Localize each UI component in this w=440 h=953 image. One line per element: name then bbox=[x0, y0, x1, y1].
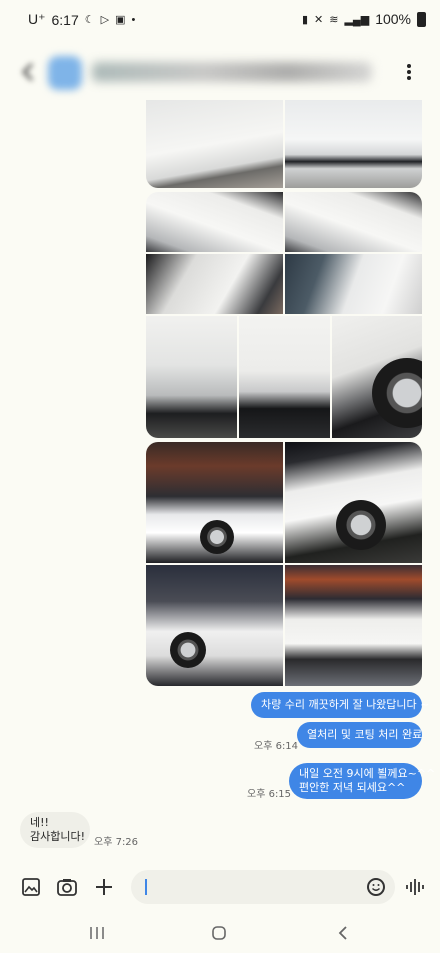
lock-icon: ▮ bbox=[301, 13, 309, 26]
photo-thumbnail[interactable] bbox=[285, 565, 422, 686]
play-store-icon: ▷ bbox=[100, 14, 110, 26]
message-input[interactable] bbox=[131, 870, 395, 904]
message-text-line: 네!! bbox=[30, 816, 49, 829]
message-text-line: 감사합니다! bbox=[30, 830, 86, 843]
gallery-notification-icon: ▣ bbox=[115, 14, 126, 26]
home-icon[interactable] bbox=[211, 925, 227, 941]
photo-thumbnail[interactable] bbox=[239, 316, 330, 438]
message-bubble-incoming[interactable]: 네!! 감사합니다! bbox=[20, 812, 90, 848]
photo-group-2[interactable] bbox=[146, 192, 422, 438]
composer-bar bbox=[0, 866, 440, 910]
photo-thumbnail[interactable] bbox=[146, 565, 283, 686]
wheel-graphic bbox=[336, 500, 386, 550]
recent-apps-icon[interactable] bbox=[88, 925, 106, 941]
conversation-header bbox=[0, 48, 440, 100]
contact-name-blurred[interactable] bbox=[92, 62, 372, 82]
photo-thumbnail[interactable] bbox=[146, 100, 283, 188]
message-bubble-outgoing[interactable]: 열처리 및 코팅 처리 완료 bbox=[297, 722, 422, 748]
message-timestamp: 오후 6:15 bbox=[247, 789, 292, 800]
voice-wave-icon[interactable] bbox=[404, 876, 426, 898]
system-navigation-bar bbox=[0, 912, 440, 953]
message-text-line: 편안한 저녁 되세요^^ bbox=[299, 781, 406, 794]
carrier-label: U⁺ bbox=[28, 11, 46, 27]
wheel-graphic bbox=[170, 632, 206, 668]
photo-group-3[interactable] bbox=[146, 442, 422, 686]
smiley-icon[interactable] bbox=[367, 878, 385, 896]
back-icon[interactable] bbox=[336, 925, 350, 941]
wifi-icon: ≋ bbox=[329, 13, 339, 26]
message-text: 차량 수리 깨끗하게 잘 나왔답니다 ~ bbox=[261, 698, 430, 711]
message-timestamp: 오후 6:14 bbox=[254, 741, 299, 752]
text-cursor bbox=[145, 879, 147, 895]
back-arrow-icon[interactable] bbox=[20, 62, 36, 82]
moon-icon: ☾ bbox=[84, 14, 95, 26]
photo-group-1[interactable] bbox=[146, 100, 422, 188]
wheel-graphic bbox=[200, 520, 234, 554]
message-bubble-outgoing[interactable]: 내일 오전 9시에 뵐께요~^^ 편안한 저녁 되세요^^ bbox=[289, 763, 436, 799]
message-timestamp: 오후 7:26 bbox=[94, 837, 139, 848]
photo-thumbnail[interactable] bbox=[146, 316, 237, 438]
photo-thumbnail[interactable] bbox=[285, 254, 422, 314]
plus-icon[interactable] bbox=[93, 876, 115, 898]
photo-thumbnail[interactable] bbox=[285, 100, 422, 188]
camera-icon[interactable] bbox=[56, 876, 78, 898]
image-icon[interactable] bbox=[20, 876, 42, 898]
mute-icon: ✕ bbox=[314, 13, 324, 26]
photo-thumbnail[interactable] bbox=[146, 192, 283, 252]
clock: 6:17 bbox=[51, 11, 79, 28]
message-text: 열처리 및 코팅 처리 완료 bbox=[307, 728, 423, 741]
message-bubble-outgoing[interactable]: 차량 수리 깨끗하게 잘 나왔답니다 ~ bbox=[251, 692, 429, 718]
signal-icon: ▂▄▆ bbox=[344, 13, 370, 26]
status-bar: U⁺ 6:17 ☾ ▷ ▣ • ▮ ✕ ≋ ▂▄▆ 100% bbox=[0, 0, 440, 40]
more-options-icon[interactable] bbox=[401, 62, 417, 86]
photo-thumbnail[interactable] bbox=[146, 254, 283, 314]
message-text-line: 내일 오전 9시에 뵐께요~^^ bbox=[299, 767, 436, 780]
photo-thumbnail[interactable] bbox=[285, 192, 422, 252]
battery-level: 100% bbox=[375, 11, 411, 27]
dot-icon: • bbox=[131, 13, 136, 26]
contact-avatar[interactable] bbox=[48, 56, 82, 90]
battery-icon bbox=[417, 11, 426, 27]
